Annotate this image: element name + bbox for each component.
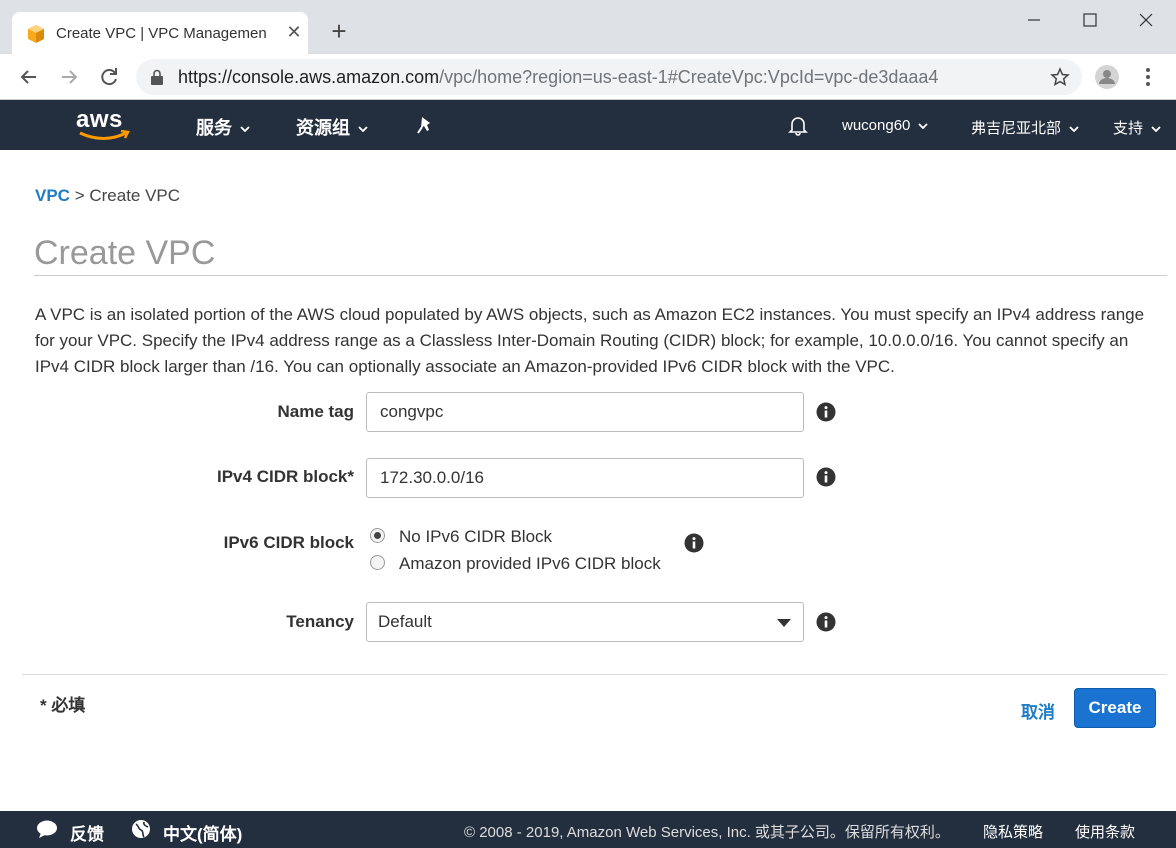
support-menu[interactable]: 支持 [1113,117,1161,138]
browser-tab[interactable]: Create VPC | VPC Managemen ✕ [12,12,308,54]
services-menu[interactable]: 服务 [196,114,250,140]
ipv6-cidr-label: IPv6 CIDR block [223,533,354,552]
ipv4-cidr-input[interactable]: 172.30.0.0/16 [366,458,804,498]
tab-close-icon[interactable]: ✕ [284,22,304,42]
browser-toolbar: https://console.aws.amazon.com/vpc/home?… [0,54,1176,100]
language-selector[interactable]: 中文(简体) [163,820,242,845]
aws-favicon-icon [28,25,44,43]
breadcrumb-current: Create VPC [89,186,181,205]
copyright-text: © 2008 - 2019, Amazon Web Services, Inc.… [464,824,950,841]
chevron-down-icon [240,126,250,133]
user-menu[interactable]: wucong60 [842,117,929,134]
ipv4-cidr-label: IPv4 CIDR block* [217,467,354,486]
terms-link[interactable]: 使用条款 [1075,821,1135,842]
name-tag-input[interactable]: congvpc [366,392,804,432]
breadcrumb: VPC > Create VPC [35,186,180,206]
aws-logo[interactable]: aws [76,106,132,142]
radio-button-checked[interactable] [370,528,385,543]
minimize-icon[interactable] [1022,8,1046,32]
chevron-down-icon [358,126,368,133]
info-icon[interactable] [684,533,704,553]
create-button[interactable]: Create [1074,688,1156,728]
back-icon[interactable] [16,64,42,90]
title-divider [34,275,1167,276]
tenancy-label: Tenancy [286,612,354,631]
forward-icon[interactable] [56,64,82,90]
pin-icon[interactable] [416,115,434,135]
breadcrumb-separator: > [69,186,90,205]
tab-title: Create VPC | VPC Managemen [56,25,267,42]
page-description: A VPC is an isolated portion of the AWS … [35,305,1145,376]
ipv6-option-amazon[interactable]: Amazon provided IPv6 CIDR block [370,554,661,574]
globe-icon [132,820,150,838]
name-tag-label: Name tag [277,402,354,421]
reload-icon[interactable] [96,64,122,90]
browser-tab-bar: Create VPC | VPC Managemen ✕ + [0,0,1176,54]
cancel-button[interactable]: 取消 [1021,698,1055,723]
region-menu[interactable]: 弗吉尼亚北部 [971,117,1079,138]
maximize-icon[interactable] [1078,8,1102,32]
feedback-link[interactable]: 反馈 [70,820,104,845]
privacy-link[interactable]: 隐私策略 [983,821,1043,842]
aws-smile-icon [79,130,130,140]
tenancy-select[interactable]: Default [366,602,804,642]
ipv6-option-none[interactable]: No IPv6 CIDR Block [370,527,552,547]
url-text: https://console.aws.amazon.com/vpc/home?… [178,67,939,87]
radio-button[interactable] [370,555,385,570]
new-tab-icon[interactable]: + [326,18,352,44]
address-bar[interactable]: https://console.aws.amazon.com/vpc/home?… [136,59,1082,95]
chevron-down-icon [1069,126,1079,133]
breadcrumb-vpc-link[interactable]: VPC [35,186,70,205]
lock-icon [151,69,163,85]
page-title: Create VPC [34,234,216,272]
info-icon[interactable] [816,612,836,632]
aws-top-nav: aws 服务 资源组 wucong60 弗吉尼亚北部 支持 [0,100,1176,150]
required-note: * 必填 [40,696,86,715]
chevron-down-icon [1151,126,1161,133]
browser-menu-icon[interactable] [1138,64,1158,90]
feedback-icon [37,820,57,838]
form-divider [22,674,1167,675]
bookmark-star-icon[interactable] [1050,67,1070,87]
tenancy-selected-value: Default [378,612,432,631]
profile-icon[interactable] [1094,64,1120,90]
close-window-icon[interactable] [1134,8,1158,32]
resource-groups-menu[interactable]: 资源组 [296,114,368,140]
info-icon[interactable] [816,467,836,487]
bell-icon[interactable] [787,114,809,136]
info-icon[interactable] [816,402,836,422]
console-footer: 反馈 中文(简体) © 2008 - 2019, Amazon Web Serv… [0,811,1176,848]
dropdown-arrow-icon [777,619,791,627]
chevron-down-icon [918,123,929,130]
